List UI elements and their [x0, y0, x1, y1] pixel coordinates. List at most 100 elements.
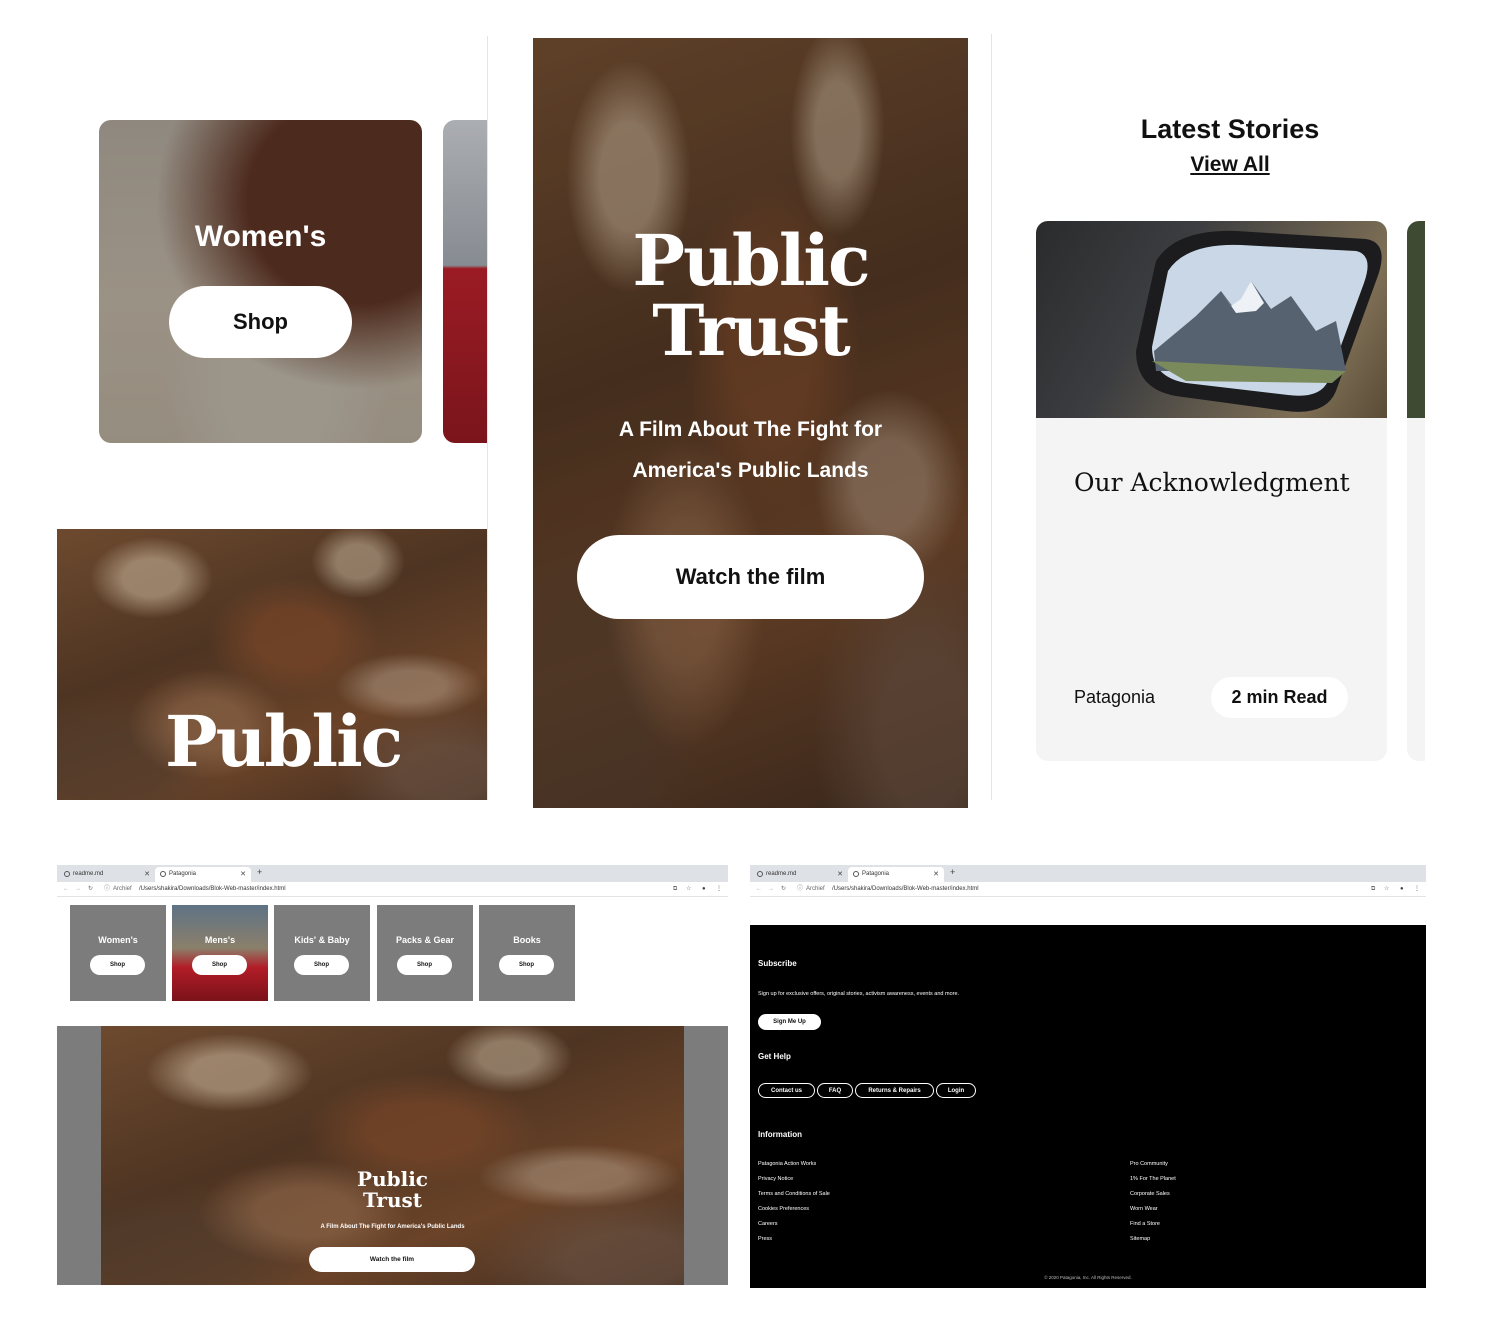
tab-strip: readme.md ✕ Patagonia ✕ + — [750, 865, 1426, 882]
category-label: Books — [513, 935, 541, 945]
hero-title-line1: Public — [357, 1167, 428, 1191]
star-icon[interactable]: ☆ — [1384, 882, 1389, 896]
tab-title: Patagonia — [169, 871, 197, 877]
new-tab-button[interactable]: + — [257, 867, 262, 877]
footer-link[interactable]: Cookies Preferences — [758, 1206, 809, 1212]
star-icon[interactable]: ☆ — [686, 882, 691, 896]
tab-patagonia[interactable]: Patagonia ✕ — [848, 867, 944, 882]
divider — [991, 34, 992, 800]
close-icon[interactable]: ✕ — [240, 867, 246, 882]
story-author: Patagonia — [1074, 687, 1156, 707]
close-icon[interactable]: ✕ — [837, 867, 843, 882]
get-help-heading: Get Help — [758, 1052, 791, 1061]
close-icon[interactable]: ✕ — [933, 867, 939, 882]
translate-icon[interactable]: ⧉ — [673, 882, 677, 896]
footer-link[interactable]: 1% For The Planet — [1130, 1176, 1176, 1182]
reload-icon[interactable]: ↻ — [781, 882, 786, 896]
stories-heading: Latest Stories — [1140, 114, 1320, 144]
url-text[interactable]: /Users/shakira/Downloads/Blok-Web-master… — [139, 882, 286, 896]
translate-icon[interactable]: ⧉ — [1371, 882, 1375, 896]
tab-readme[interactable]: readme.md ✕ — [752, 867, 848, 882]
contact-us-button[interactable]: Contact us — [758, 1083, 815, 1098]
category-card-womens[interactable]: Women's Shop — [70, 905, 166, 1001]
url-text[interactable]: /Users/shakira/Downloads/Blok-Web-master… — [832, 882, 979, 896]
back-icon[interactable]: ← — [756, 882, 762, 896]
hero-subtitle-line2: America's Public Lands — [632, 459, 869, 482]
globe-icon — [64, 871, 70, 877]
footer-link[interactable]: Worn Wear — [1130, 1206, 1158, 1212]
category-label: Women's — [194, 220, 327, 253]
information-heading: Information — [758, 1130, 802, 1139]
category-card-womens[interactable]: Women's Shop — [99, 120, 422, 443]
category-card-packs[interactable]: Packs & Gear Shop — [377, 905, 473, 1001]
sign-up-button[interactable]: Sign Me Up — [758, 1014, 821, 1030]
url-prefix: Archief — [113, 886, 132, 892]
account-icon[interactable]: ● — [702, 882, 706, 896]
shop-button[interactable]: Shop — [90, 955, 145, 975]
account-icon[interactable]: ● — [1400, 882, 1404, 896]
hero-banner: Public Trust A Film About The Fight for … — [101, 1026, 684, 1285]
login-button[interactable]: Login — [936, 1083, 976, 1098]
watch-film-button[interactable]: Watch the film — [309, 1247, 475, 1272]
reload-icon[interactable]: ↻ — [88, 882, 93, 896]
close-icon[interactable]: ✕ — [144, 867, 150, 882]
shop-button[interactable]: Shop — [499, 955, 554, 975]
shop-button[interactable]: Shop — [294, 955, 349, 975]
hero-section: Public Trust A Film About The Fight for … — [57, 1026, 728, 1285]
mountain-mirror-icon — [1136, 230, 1382, 412]
menu-icon[interactable]: ⋮ — [1414, 882, 1420, 896]
footer-link[interactable]: Patagonia Action Works — [758, 1161, 816, 1167]
footer: Subscribe Sign up for exclusive offers, … — [750, 925, 1426, 1288]
url-prefix: Archief — [806, 886, 825, 892]
story-card-next[interactable] — [1407, 221, 1425, 761]
returns-repairs-button[interactable]: Returns & Repairs — [855, 1083, 934, 1098]
footer-link[interactable]: Terms and Conditions of Sale — [758, 1191, 830, 1197]
story-card[interactable]: Our Acknowledgment Patagonia 2 min Read — [1036, 221, 1387, 761]
menu-icon[interactable]: ⋮ — [716, 882, 722, 896]
subscribe-heading: Subscribe — [758, 959, 797, 968]
back-icon[interactable]: ← — [63, 882, 69, 896]
view-all-link[interactable]: View All — [995, 153, 1425, 177]
mobile-panel-stories: Latest Stories View All Our Acknowledgme… — [995, 34, 1425, 800]
footer-link[interactable]: Privacy Notice — [758, 1176, 793, 1182]
category-label: Kids' & Baby — [294, 935, 350, 945]
forward-icon[interactable]: → — [768, 882, 774, 896]
footer-link[interactable]: Sitemap — [1130, 1236, 1150, 1242]
mobile-panel-hero: Public Trust A Film About The Fight for … — [533, 38, 968, 808]
footer-link[interactable]: Careers — [758, 1221, 778, 1227]
shop-button[interactable]: Shop — [397, 955, 452, 975]
category-card-mens[interactable]: Mens's Shop — [172, 905, 268, 1001]
category-card-kids[interactable]: Kids' & Baby Shop — [274, 905, 370, 1001]
globe-icon — [853, 871, 859, 877]
hero-title-line1: Public — [632, 219, 870, 302]
forward-icon[interactable]: → — [75, 882, 81, 896]
hero-subtitle: A Film About The Fight for America's Pub… — [320, 1224, 465, 1230]
category-label: Mens's — [204, 935, 236, 945]
shop-button[interactable]: Shop — [169, 286, 352, 358]
new-tab-button[interactable]: + — [950, 867, 955, 877]
subscribe-text: Sign up for exclusive offers, original s… — [758, 991, 960, 997]
category-label: Packs & Gear — [395, 935, 455, 945]
category-card-books[interactable]: Books Shop — [479, 905, 575, 1001]
browser-window-home: readme.md ✕ Patagonia ✕ + ← → ↻ ⓘ Archie… — [57, 865, 728, 1285]
globe-icon — [757, 871, 763, 877]
tab-readme[interactable]: readme.md ✕ — [59, 867, 155, 882]
watch-film-button[interactable]: Watch the film — [577, 535, 924, 619]
footer-link[interactable]: Corporate Sales — [1130, 1191, 1170, 1197]
footer-link[interactable]: Pro Community — [1130, 1161, 1168, 1167]
divider — [487, 36, 488, 800]
story-title: Our Acknowledgment — [1074, 468, 1350, 497]
footer-link[interactable]: Find a Store — [1130, 1221, 1160, 1227]
tab-patagonia[interactable]: Patagonia ✕ — [155, 867, 251, 882]
category-card-next[interactable] — [443, 120, 487, 443]
hero-banner: Public — [57, 529, 487, 800]
hero-title-line2: Trust — [652, 289, 851, 372]
faq-button[interactable]: FAQ — [817, 1083, 853, 1098]
copyright: © 2020 Patagonia, Inc. All Rights Reserv… — [1044, 1275, 1132, 1280]
tab-title: Patagonia — [862, 871, 890, 877]
hero-title-line2: Trust — [362, 1188, 422, 1212]
shop-button[interactable]: Shop — [192, 955, 247, 975]
address-bar: ← → ↻ ⓘ Archief /Users/shakira/Downloads… — [57, 882, 728, 897]
footer-link[interactable]: Press — [758, 1236, 772, 1242]
hero-subtitle-line1: A Film About The Fight for — [618, 418, 883, 441]
